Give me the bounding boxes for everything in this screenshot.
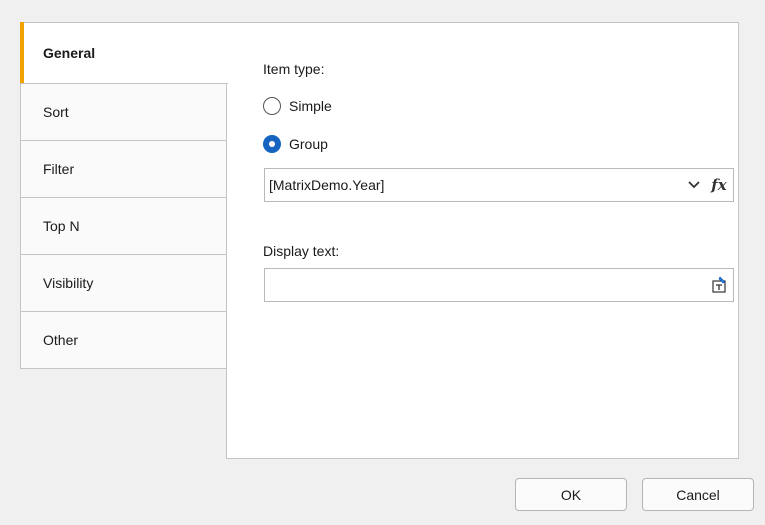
tab-general[interactable]: General bbox=[20, 22, 228, 84]
tab-top-n-label: Top N bbox=[43, 218, 80, 234]
tab-sort[interactable]: Sort bbox=[20, 84, 227, 141]
group-radio[interactable] bbox=[263, 135, 281, 153]
cancel-button[interactable]: Cancel bbox=[642, 478, 754, 511]
tab-sort-label: Sort bbox=[43, 104, 69, 120]
simple-radio-label: Simple bbox=[289, 98, 332, 114]
edit-text-icon[interactable] bbox=[705, 269, 733, 301]
tab-top-n[interactable]: Top N bbox=[20, 198, 227, 255]
group-radio-label: Group bbox=[289, 136, 328, 152]
tab-other-label: Other bbox=[43, 332, 79, 348]
group-expression-value[interactable]: [MatrixDemo.Year] bbox=[269, 177, 683, 193]
tab-general-label: General bbox=[43, 45, 96, 61]
group-expression-combo[interactable]: [MatrixDemo.Year] fx bbox=[264, 168, 734, 202]
tab-filter-label: Filter bbox=[43, 161, 75, 177]
simple-radio-option[interactable]: Simple bbox=[263, 97, 332, 115]
display-text-field[interactable] bbox=[264, 268, 734, 302]
chevron-down-icon[interactable] bbox=[683, 169, 705, 201]
general-panel: Item type: Simple Group [MatrixDemo.Year… bbox=[226, 22, 739, 459]
display-text-label: Display text: bbox=[263, 243, 340, 259]
ok-button[interactable]: OK bbox=[515, 478, 627, 511]
tab-filter[interactable]: Filter bbox=[20, 141, 227, 198]
fx-icon[interactable]: fx bbox=[705, 169, 733, 201]
item-type-label: Item type: bbox=[263, 61, 325, 77]
tab-visibility-label: Visibility bbox=[43, 275, 94, 291]
tab-visibility[interactable]: Visibility bbox=[20, 255, 227, 312]
simple-radio[interactable] bbox=[263, 97, 281, 115]
group-radio-option[interactable]: Group bbox=[263, 135, 328, 153]
tab-other[interactable]: Other bbox=[20, 312, 227, 369]
tab-list: General Sort Filter Top N Visibility Oth… bbox=[20, 22, 228, 369]
